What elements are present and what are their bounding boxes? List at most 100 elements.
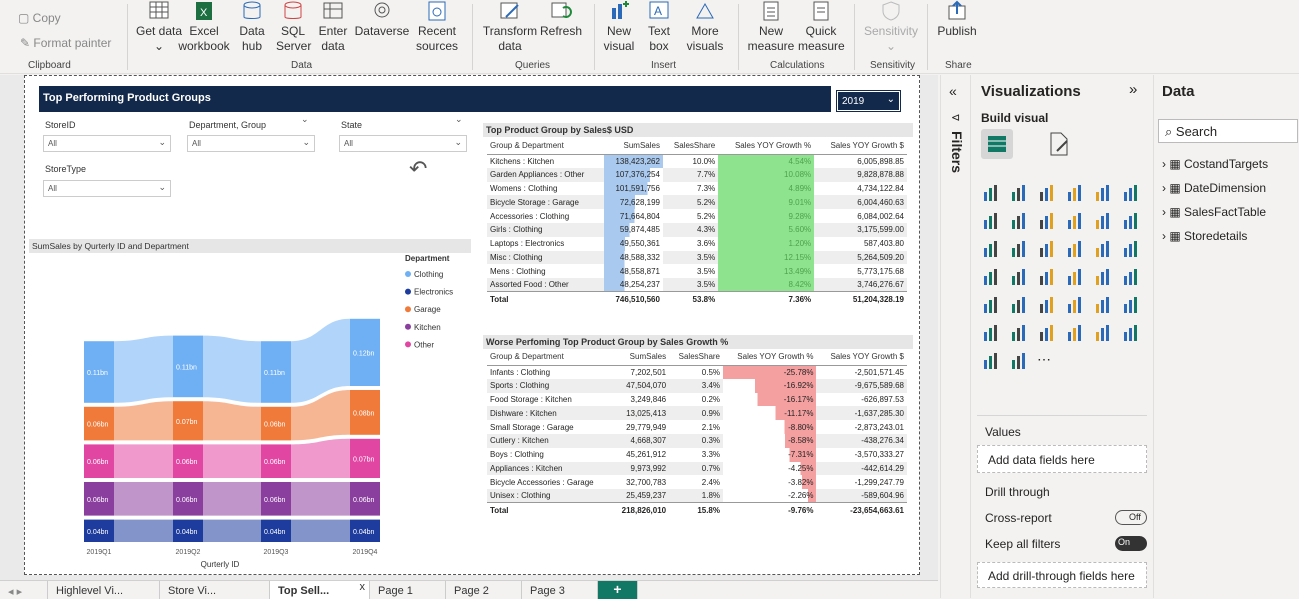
- table-row[interactable]: Accessories : Clothing 71,664,804 5.2% 9.28…: [487, 209, 907, 223]
- cross-report-toggle[interactable]: Off: [1115, 510, 1147, 525]
- table-row[interactable]: Dishware : Kitchen 13,025,413 0.9% -11.17% -…: [487, 406, 907, 421]
- more-icon[interactable]: ⋯: [1037, 351, 1057, 371]
- table-row[interactable]: Bicycle Accessories : Garage 32,700,783 2.…: [487, 475, 907, 490]
- table-row[interactable]: Small Storage : Garage 29,779,949 2.1% -8.8…: [487, 420, 907, 434]
- clustered-bar-icon[interactable]: [1009, 183, 1029, 203]
- year-slicer[interactable]: 2019 ⌄: [836, 90, 901, 112]
- column-header[interactable]: Group & Department: [487, 349, 612, 366]
- gauge-icon[interactable]: [1037, 267, 1057, 287]
- funnel-icon[interactable]: [1009, 239, 1029, 259]
- donut-icon[interactable]: [1093, 239, 1113, 259]
- data-table-item[interactable]: › ▦ DateDimension: [1162, 181, 1268, 205]
- power-apps-icon[interactable]: [1121, 323, 1141, 343]
- department-slicer[interactable]: All ⌄: [187, 135, 315, 152]
- data-table-item[interactable]: › ▦ Storedetails: [1162, 229, 1268, 253]
- column-header[interactable]: Sales YOY Growth %: [718, 138, 815, 155]
- column-header[interactable]: Group & Department: [487, 138, 605, 155]
- add-page-button[interactable]: +: [598, 581, 638, 599]
- trophy-icon[interactable]: [1065, 323, 1085, 343]
- tab-page-2[interactable]: Page 2: [446, 581, 522, 599]
- close-icon[interactable]: x: [360, 581, 366, 593]
- refresh-button[interactable]: Refresh: [540, 0, 582, 39]
- slicer-icon[interactable]: [981, 295, 1001, 315]
- transform-data-button[interactable]: Transform data: [482, 0, 538, 54]
- narrative-icon[interactable]: [1037, 323, 1057, 343]
- table-row[interactable]: Laptops : Electronics 49,550,361 3.6% 1.20%…: [487, 236, 907, 251]
- table-row[interactable]: Womens : Clothing 101,591,756 7.3% 4.89% 4,7…: [487, 181, 907, 196]
- table-row[interactable]: Garden Appliances : Other 107,376,254 7.7%…: [487, 167, 907, 182]
- data-table-item[interactable]: › ▦ SalesFactTable: [1162, 205, 1268, 229]
- matrix-icon[interactable]: [1037, 295, 1057, 315]
- excel-workbook-button[interactable]: X Excel workbook: [178, 0, 230, 54]
- tab-highlevel[interactable]: Highlevel Vi...: [48, 581, 160, 599]
- tab-nav[interactable]: ◂ ▸: [0, 581, 48, 599]
- keep-filters-toggle[interactable]: On: [1115, 536, 1147, 551]
- data-table-item[interactable]: › ▦ CostandTargets: [1162, 157, 1268, 181]
- values-field-well[interactable]: Add data fields here: [977, 445, 1147, 473]
- state-slicer[interactable]: All ⌄: [339, 135, 467, 152]
- tab-page-3[interactable]: Page 3: [522, 581, 598, 599]
- ribbon-icon[interactable]: [1121, 211, 1141, 231]
- qa-icon[interactable]: [1009, 323, 1029, 343]
- table-row[interactable]: Misc : Clothing 48,588,332 3.5% 12.15% 5,264…: [487, 250, 907, 265]
- tab-store[interactable]: Store Vi...: [160, 581, 270, 599]
- build-visual-tab[interactable]: [981, 129, 1013, 159]
- dataverse-button[interactable]: Dataverse: [354, 0, 410, 39]
- recent-sources-button[interactable]: Recent sources: [412, 0, 462, 54]
- card-icon[interactable]: [1065, 267, 1085, 287]
- kpi-icon[interactable]: [1121, 267, 1141, 287]
- multi-row-card-icon[interactable]: [1093, 267, 1113, 287]
- undo-icon[interactable]: ↶: [409, 156, 427, 182]
- tab-top-sell[interactable]: Top Sell... x: [270, 581, 370, 599]
- stacked-area-icon[interactable]: [1037, 211, 1057, 231]
- paginated-icon[interactable]: [1093, 323, 1113, 343]
- table-icon[interactable]: [1009, 295, 1029, 315]
- pie-icon[interactable]: [1065, 239, 1085, 259]
- line-icon[interactable]: [981, 211, 1001, 231]
- format-visual-tab[interactable]: [1047, 131, 1075, 159]
- table-row[interactable]: Appliances : Kitchen 9,973,992 0.7% -4.25% -…: [487, 461, 907, 476]
- stacked-column-icon[interactable]: [1093, 183, 1113, 203]
- table-row[interactable]: Girls : Clothing 59,874,485 4.3% 5.60% 3,175…: [487, 222, 907, 237]
- map-icon[interactable]: [981, 267, 1001, 287]
- storetype-slicer[interactable]: All ⌄: [43, 180, 171, 197]
- column-header[interactable]: SalesShare: [662, 138, 719, 155]
- column-header[interactable]: Sales YOY Growth %: [723, 349, 817, 366]
- legend-item[interactable]: Garage: [414, 305, 441, 314]
- column-header[interactable]: Sales YOY Growth $: [814, 138, 907, 155]
- data-hub-button[interactable]: Data hub: [236, 0, 268, 54]
- legend-item[interactable]: Other: [414, 340, 434, 349]
- column-header[interactable]: Sales YOY Growth $: [816, 349, 907, 366]
- format-painter-button[interactable]: ✎ Format painter: [20, 36, 111, 51]
- clustered-column-icon[interactable]: [1065, 183, 1085, 203]
- collapse-icon[interactable]: «: [949, 83, 957, 99]
- stacked-bar-icon[interactable]: [981, 183, 1001, 203]
- tab-page-1[interactable]: Page 1: [370, 581, 446, 599]
- line-column-icon[interactable]: [1065, 211, 1085, 231]
- table-row[interactable]: Boys : Clothing 45,261,912 3.3% -7.31% -3,57…: [487, 447, 907, 462]
- table-row[interactable]: Infants : Clothing 7,202,501 0.5% -25.78% -2…: [487, 365, 907, 379]
- table-row[interactable]: Mens : Clothing 48,558,871 3.5% 13.49% 5,773…: [487, 264, 907, 279]
- area-icon[interactable]: [1009, 211, 1029, 231]
- python-icon[interactable]: [1093, 295, 1113, 315]
- enter-data-button[interactable]: Enter data: [318, 0, 348, 54]
- sql-server-button[interactable]: SQL Server: [276, 0, 311, 54]
- sensitivity-button[interactable]: Sensitivity ⌄: [860, 0, 922, 54]
- stacked-bar-100-icon[interactable]: [1037, 183, 1057, 203]
- line-clustered-icon[interactable]: [1093, 211, 1113, 231]
- table-row[interactable]: Cutlery : Kitchen 4,668,307 0.3% -8.58% -438…: [487, 433, 907, 448]
- filled-map-icon[interactable]: [1009, 267, 1029, 287]
- table-row[interactable]: Food Storage : Kitchen 3,249,846 0.2% -16.1…: [487, 392, 907, 407]
- table-row[interactable]: Bicycle Storage : Garage 72,628,199 5.2% 9.…: [487, 195, 907, 210]
- drill-field-well[interactable]: Add drill-through fields here: [977, 562, 1147, 588]
- more-visuals-button[interactable]: More visuals: [680, 0, 730, 54]
- text-box-button[interactable]: A Text box: [644, 0, 674, 54]
- r-script-icon[interactable]: [1065, 295, 1085, 315]
- get-data-button[interactable]: Get data ⌄: [136, 0, 182, 54]
- scatter-icon[interactable]: [1037, 239, 1057, 259]
- search-input[interactable]: ⌕ Search: [1158, 119, 1298, 143]
- legend-item[interactable]: Kitchen: [414, 323, 441, 332]
- treemap-icon[interactable]: [1121, 239, 1141, 259]
- stacked-column-100-icon[interactable]: [1121, 183, 1141, 203]
- key-influencers-icon[interactable]: [1121, 295, 1141, 315]
